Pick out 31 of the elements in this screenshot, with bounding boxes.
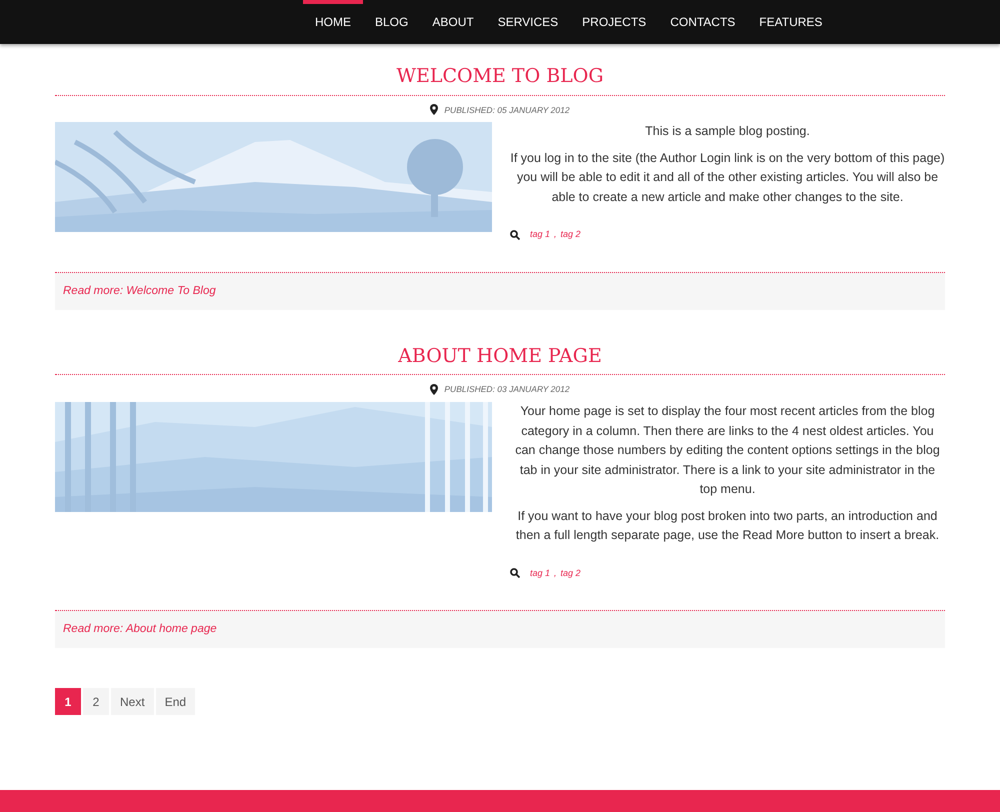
article-paragraph: If you log in to the site (the Author Login link is on the very bottom of this page) you will be able to edit it and all of the other existing articles. You will also be able to create a new article and make other changes to the site. bbox=[510, 150, 945, 206]
article-paragraph: If you want to have your blog post broken into two parts, an introduction and then a full length separate page, use the Read More button to insert a break. bbox=[514, 508, 940, 544]
tag-separator: , bbox=[554, 566, 557, 580]
nav-link[interactable]: ABOUT bbox=[420, 0, 486, 44]
tag-link[interactable]: tag 1 bbox=[530, 566, 550, 580]
location-pin-icon bbox=[430, 384, 438, 396]
search-icon bbox=[510, 230, 520, 240]
pagination-link[interactable]: 2 bbox=[83, 688, 109, 715]
tag-link[interactable]: tag 2 bbox=[560, 566, 581, 580]
location-pin-icon bbox=[430, 104, 438, 116]
tag-link[interactable]: tag 2 bbox=[560, 228, 581, 242]
read-more-link[interactable]: Read more: Welcome To Blog bbox=[63, 282, 216, 300]
nav-link[interactable]: PROJECTS bbox=[570, 0, 658, 44]
nav-link[interactable]: CONTACTS bbox=[658, 0, 748, 44]
nav-link[interactable]: FEATURES bbox=[747, 0, 834, 44]
read-more-link[interactable]: Read more: About home page bbox=[63, 620, 217, 638]
published-date: PUBLISHED: 03 JANUARY 2012 bbox=[444, 383, 570, 396]
search-icon bbox=[510, 568, 520, 578]
nav-link[interactable]: SERVICES bbox=[486, 0, 570, 44]
article-paragraph: Your home page is set to display the four most recent articles from the blog category in a column. Then there are links to the 4 nest oldest articles. You can change those numbers by editing the content options settings in the blog tab in your site administrator. There is a link to your site administrator in the top menu. bbox=[514, 403, 941, 498]
nav-link[interactable]: HOME bbox=[303, 0, 363, 44]
pagination-link[interactable]: 1 bbox=[55, 688, 81, 715]
nav-link[interactable]: BLOG bbox=[363, 0, 420, 44]
tag-link[interactable]: tag 1 bbox=[530, 228, 550, 242]
article-title[interactable]: WELCOME TO BLOG bbox=[55, 62, 945, 96]
pagination-link[interactable]: End bbox=[156, 688, 196, 715]
pagination-link[interactable]: Next bbox=[111, 688, 154, 715]
article-paragraph: This is a sample blog posting. bbox=[644, 123, 811, 140]
tag-separator: , bbox=[554, 228, 557, 242]
published-date: PUBLISHED: 05 JANUARY 2012 bbox=[444, 104, 570, 116]
article-title[interactable]: ABOUT HOME PAGE bbox=[55, 342, 945, 376]
